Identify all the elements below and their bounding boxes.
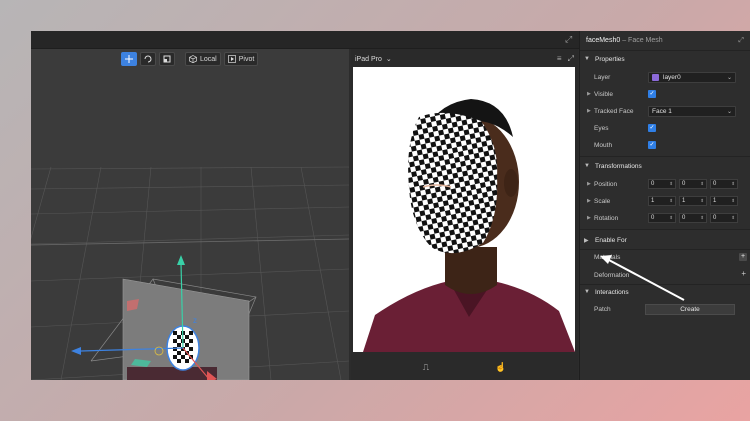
eyes-row: Eyes ✓ [594,122,744,134]
add-material-button[interactable]: + [739,253,747,261]
add-deformation-button[interactable]: + [741,269,746,278]
mouth-checkbox[interactable]: ✓ [648,141,656,149]
tracked-face-dropdown[interactable]: Face 1 ⌄ [648,105,736,117]
rotation-label: Rotation [594,214,619,222]
top-bar: ⤢ [31,31,579,49]
move-icon [125,55,133,63]
section-properties[interactable]: ▼ Properties [584,53,625,65]
rotation-row: ▶ Rotation 0 ⬍ 0 ⬍ 0 ⬍ [587,212,744,224]
rotate-icon [144,55,152,63]
scale-icon [163,55,171,63]
keyframe-arrow-icon[interactable]: ▶ [587,91,591,97]
materials-row: Materials [594,251,744,263]
inspector-panel: faceMesh0 – Face Mesh ⤢ ▼ Properties Lay… [579,31,750,380]
position-y-field[interactable]: 0 ⬍ [679,179,707,189]
object-name: faceMesh0 [586,37,621,44]
keyframe-arrow-icon[interactable]: ▶ [587,181,591,187]
eyes-checkbox[interactable]: ✓ [648,124,656,132]
rotation-y-field[interactable]: 0 ⬍ [679,213,707,223]
position-x-field[interactable]: 0 ⬍ [648,179,676,189]
patch-label: Patch [594,305,611,313]
tracked-face-row: ▶ Tracked Face Face 1 ⌄ [587,105,744,117]
section-transformations[interactable]: ▼ Transformations [584,160,642,172]
caret-right-icon: ▶ [584,237,589,244]
keyframe-arrow-icon[interactable]: ▶ [587,108,591,114]
simulator-screen[interactable] [353,67,575,352]
position-z-field[interactable]: 0 ⬍ [710,179,738,189]
pivot-icon [227,55,236,63]
chevron-down-icon: ⌄ [726,108,732,115]
layer-value: layer0 [663,73,681,81]
section-properties-label: Properties [595,55,625,63]
touch-icon[interactable]: ☝ [495,362,506,373]
chevron-down-icon: ⌄ [726,74,732,81]
rotation-z-field[interactable]: 0 ⬍ [710,213,738,223]
scale-tool-button[interactable] [159,52,175,66]
scale-z-field[interactable]: 1 ⬍ [710,196,738,206]
scale-x-field[interactable]: 1 ⬍ [648,196,676,206]
layer-label: Layer [594,73,611,81]
layer-color-swatch [652,73,659,81]
eyes-label: Eyes [594,124,609,132]
rotate-tool-button[interactable] [140,52,156,66]
layer-row: Layer layer0 ⌄ [594,71,744,83]
deformation-label: Deformation [594,271,630,279]
section-interactions-label: Interactions [595,288,629,296]
viewport-grid: z [31,166,349,380]
caret-down-icon: ▼ [584,289,590,295]
device-selector[interactable]: iPad Pro [355,56,382,63]
scale-y-field[interactable]: 1 ⬍ [679,196,707,206]
caret-down-icon: ▼ [584,163,590,169]
section-transformations-label: Transformations [595,162,642,170]
simulator-header: iPad Pro ⌄ ≡ ⤢ [351,52,578,66]
tracked-face-value: Face 1 [652,107,672,115]
section-enable-for-label: Enable For [595,236,627,244]
mouth-label: Mouth [594,141,613,149]
local-label: Local [200,55,217,63]
keyframe-arrow-icon[interactable]: ▶ [587,215,591,221]
viewport-toolbar: Local Pivot [121,52,259,66]
popout-icon[interactable]: ⤢ [568,54,574,64]
object-type: – Face Mesh [622,37,663,44]
position-row: ▶ Position 0 ⬍ 0 ⬍ 0 ⬍ [587,178,744,190]
scale-row: ▶ Scale 1 ⬍ 1 ⬍ 1 ⬍ [587,195,744,207]
scale-label: Scale [594,197,611,205]
rotate-device-icon[interactable]: ⎍ [423,362,429,373]
scene-viewport[interactable]: z Local Pivot [31,49,349,380]
menu-icon[interactable]: ≡ [557,54,562,64]
rotation-x-field[interactable]: 0 ⬍ [648,213,676,223]
expand-inspector-icon[interactable]: ⤢ [738,37,744,45]
visible-label: Visible [594,90,614,98]
local-space-button[interactable]: Local [185,52,221,66]
svg-text:z: z [193,316,197,325]
inspector-title: faceMesh0 – Face Mesh [586,37,663,44]
visible-row: ▶ Visible ✓ [587,88,744,100]
mouth-row: Mouth ✓ [594,139,744,151]
pivot-button[interactable]: Pivot [223,52,259,66]
position-label: Position [594,180,618,188]
caret-down-icon: ▼ [584,56,590,62]
simulator-panel: iPad Pro ⌄ ≡ ⤢ ⎍ ☝ [351,49,578,380]
move-tool-button[interactable] [121,52,137,66]
layer-dropdown[interactable]: layer0 ⌄ [648,71,736,83]
expand-icon[interactable]: ⤢ [565,34,575,44]
section-enable-for[interactable]: ▶ Enable For [584,234,627,246]
cube-icon [189,55,197,63]
keyframe-arrow-icon[interactable]: ▶ [587,198,591,204]
simulator-footer: ⎍ ☝ [351,354,578,380]
materials-label: Materials [594,253,621,261]
section-interactions[interactable]: ▼ Interactions [584,286,629,298]
pivot-label: Pivot [238,55,255,63]
tracked-face-label: Tracked Face [594,107,634,115]
app-window: ⤢ z Local Pivot iPad Pro ⌄ ≡ ⤢ ⎍ ☝ faceM… [31,31,750,380]
create-patch-button[interactable]: Create [645,304,735,315]
chevron-down-icon[interactable]: ⌄ [386,55,392,63]
deformation-row: Deformation [594,269,744,281]
visible-checkbox[interactable]: ✓ [648,90,656,98]
camera-feed-image [363,99,575,352]
